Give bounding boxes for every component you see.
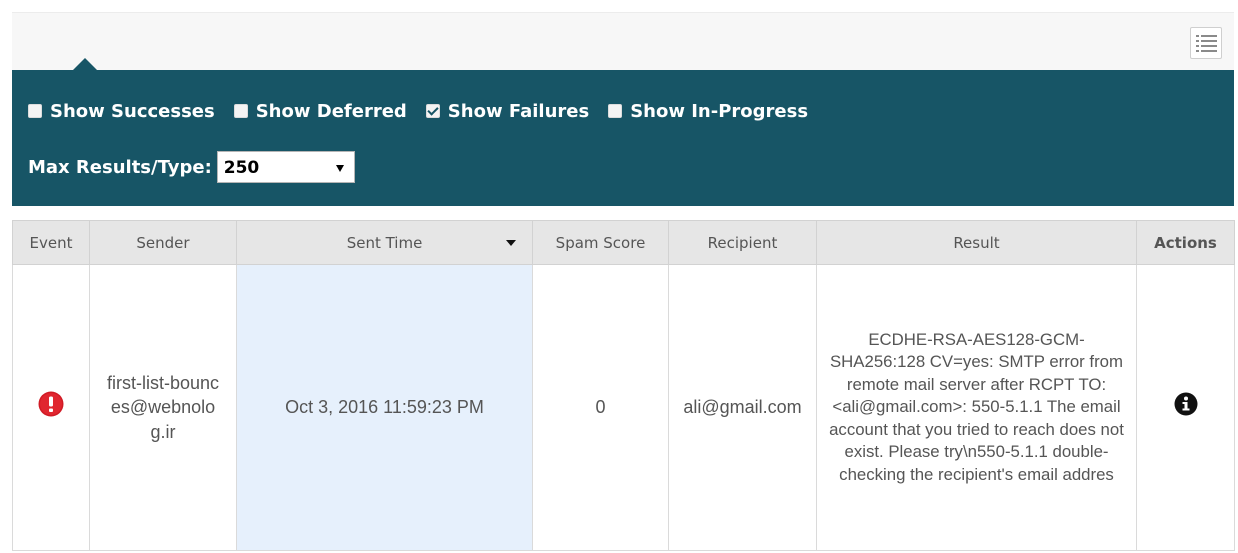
checkbox-box[interactable] [608, 104, 623, 118]
sort-descending-icon [506, 240, 516, 246]
delivery-report-table: Event Sender Sent Time Spam Score Recipi… [12, 220, 1235, 551]
checkbox-label: Show Deferred [255, 100, 407, 122]
checkbox-box[interactable] [425, 104, 440, 118]
column-header-sender[interactable]: Sender [89, 220, 237, 265]
column-header-spam-score[interactable]: Spam Score [532, 220, 669, 265]
sent-time-cell: Oct 3, 2016 11:59:23 PM [236, 264, 533, 551]
column-header-label: Sent Time [346, 233, 423, 252]
show-in-progress-checkbox[interactable]: Show In-Progress [608, 101, 808, 122]
max-results-row: Max Results/Type: 250 [28, 151, 355, 183]
toolbar [12, 12, 1234, 71]
sent-time-text: Oct 3, 2016 11:59:23 PM [285, 397, 484, 418]
table-row: first-list-bounces@webnolog.ir Oct 3, 20… [12, 264, 1235, 551]
column-header-recipient[interactable]: Recipient [668, 220, 817, 265]
show-successes-checkbox[interactable]: Show Successes [28, 101, 215, 122]
recipient-text: ali@gmail.com [683, 397, 802, 418]
show-deferred-checkbox[interactable]: Show Deferred [233, 100, 407, 122]
sender-cell: first-list-bounces@webnolog.ir [89, 264, 237, 551]
show-failures-checkbox[interactable]: Show Failures [425, 100, 590, 122]
checkbox-label: Show In-Progress [630, 100, 809, 122]
dropdown-arrow-icon [335, 165, 344, 172]
table-header-row: Event Sender Sent Time Spam Score Recipi… [12, 220, 1235, 265]
column-header-result[interactable]: Result [816, 220, 1137, 265]
max-results-label: Max Results/Type: [28, 156, 212, 178]
max-results-select[interactable]: 250 [216, 151, 355, 183]
info-icon[interactable] [1174, 392, 1198, 422]
actions-cell [1136, 264, 1235, 551]
column-header-actions: Actions [1136, 220, 1235, 265]
spam-score-text: 0 [595, 397, 606, 418]
column-header-sent-time[interactable]: Sent Time [236, 220, 533, 265]
checkbox-box[interactable] [28, 104, 42, 118]
sender-text: first-list-bounces@webnolog.ir [106, 373, 220, 442]
error-exclamation-icon[interactable] [38, 391, 64, 423]
filter-checkboxes: Show Successes Show Deferred Show Failur… [28, 99, 827, 123]
recipient-cell: ali@gmail.com [668, 264, 817, 551]
checkbox-label: Show Failures [447, 100, 590, 122]
panel-pointer [73, 58, 97, 70]
list-view-toggle-button[interactable] [1190, 27, 1222, 59]
column-header-event[interactable]: Event [12, 220, 90, 265]
result-cell: ECDHE-RSA-AES128-GCM-SHA256:128 CV=yes: … [816, 264, 1137, 551]
spam-score-cell: 0 [532, 264, 669, 551]
checkbox-box[interactable] [233, 104, 248, 118]
result-text: ECDHE-RSA-AES128-GCM-SHA256:128 CV=yes: … [829, 329, 1124, 484]
checkbox-label: Show Successes [50, 100, 215, 122]
event-cell [12, 264, 90, 551]
max-results-value: 250 [223, 158, 260, 178]
list-icon [1196, 35, 1217, 52]
filter-panel: Show Successes Show Deferred Show Failur… [12, 58, 1234, 206]
